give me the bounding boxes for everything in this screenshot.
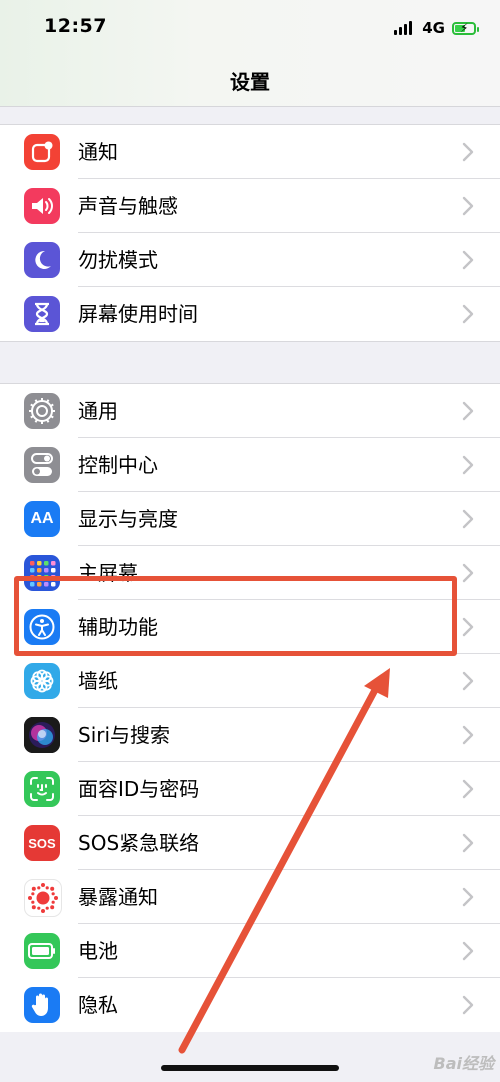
settings-row-notifications[interactable]: 通知 [0,125,500,179]
chevron-right-icon [462,995,474,1015]
status-time: 12:57 [44,15,107,37]
exposure-icon [24,879,62,917]
gear-icon [24,393,60,429]
settings-row-sounds[interactable]: 声音与触感 [0,179,500,233]
settings-row-exposure[interactable]: 暴露通知 [0,870,500,924]
sos-icon-label: SOS [28,835,56,851]
moon-icon [24,242,60,278]
top-bar: 12:57 4G ⚡ 设置 [0,0,500,107]
battery-status-icon: ⚡ [452,21,479,35]
notification-icon [24,134,60,170]
settings-row-label: 勿扰模式 [78,248,158,272]
chevron-right-icon [462,455,474,475]
settings-row-faceid[interactable]: 面容ID与密码 [0,762,500,816]
chevron-right-icon [462,617,474,637]
page-title: 设置 [230,70,270,94]
settings-row-label: 面容ID与密码 [78,777,200,801]
settings-row-label: 电池 [78,939,118,963]
hourglass-icon [24,296,60,332]
chevron-right-icon [462,509,474,529]
settings-row-label: 通用 [78,399,118,423]
status-icons: 4G ⚡ [394,16,479,40]
network-type: 4G [422,19,445,37]
flower-icon [24,663,60,699]
cellular-signal-icon [394,21,414,35]
settings-row-sos[interactable]: SOS SOS紧急联络 [0,816,500,870]
settings-group-1: 通知声音与触感勿扰模式屏幕使用时间 [0,124,500,342]
chevron-right-icon [462,563,474,583]
settings-group-2: 通用 控制中心 AA 显示与亮度 主屏幕 辅助功能 墙纸 Siri与搜索 面容ID与密码 SOS S… [0,383,500,1032]
chevron-right-icon [462,671,474,691]
settings-row-general[interactable]: 通用 [0,384,500,438]
settings-row-label: 控制中心 [78,453,158,477]
chevron-right-icon [462,887,474,907]
annotation-highlight-box [14,576,457,656]
text-size-icon-label: AA [30,510,54,527]
settings-row-label: 隐私 [78,993,118,1017]
settings-row-screentime[interactable]: 屏幕使用时间 [0,287,500,341]
settings-row-label: SOS紧急联络 [78,831,200,855]
chevron-right-icon [462,142,474,162]
settings-row-display[interactable]: AA 显示与亮度 [0,492,500,546]
settings-row-label: 声音与触感 [78,194,178,218]
battery-icon [24,933,60,969]
settings-row-wallpaper[interactable]: 墙纸 [0,654,500,708]
hand-icon [24,987,60,1023]
settings-row-label: 暴露通知 [78,885,158,909]
settings-row-label: 显示与亮度 [78,507,178,531]
settings-row-battery[interactable]: 电池 [0,924,500,978]
chevron-right-icon [462,833,474,853]
chevron-right-icon [462,725,474,745]
chevron-right-icon [462,304,474,324]
siri-icon [24,717,60,753]
settings-row-control-center[interactable]: 控制中心 [0,438,500,492]
settings-row-label: 屏幕使用时间 [78,302,198,326]
watermark: Bai经验 [433,1054,494,1073]
chevron-right-icon [462,779,474,799]
settings-row-label: 通知 [78,140,118,164]
speaker-icon [24,188,60,224]
chevron-right-icon [462,401,474,421]
face-id-icon [24,771,60,807]
settings-row-dnd[interactable]: 勿扰模式 [0,233,500,287]
text-size-icon: AA [24,501,60,537]
settings-row-siri[interactable]: Siri与搜索 [0,708,500,762]
sos-icon: SOS [24,825,60,861]
settings-row-label: 墙纸 [78,669,118,693]
toggle-icon [24,447,60,483]
chevron-right-icon [462,941,474,961]
chevron-right-icon [462,250,474,270]
home-indicator[interactable] [161,1065,339,1071]
chevron-right-icon [462,196,474,216]
settings-row-privacy[interactable]: 隐私 [0,978,500,1032]
settings-row-label: Siri与搜索 [78,723,171,747]
